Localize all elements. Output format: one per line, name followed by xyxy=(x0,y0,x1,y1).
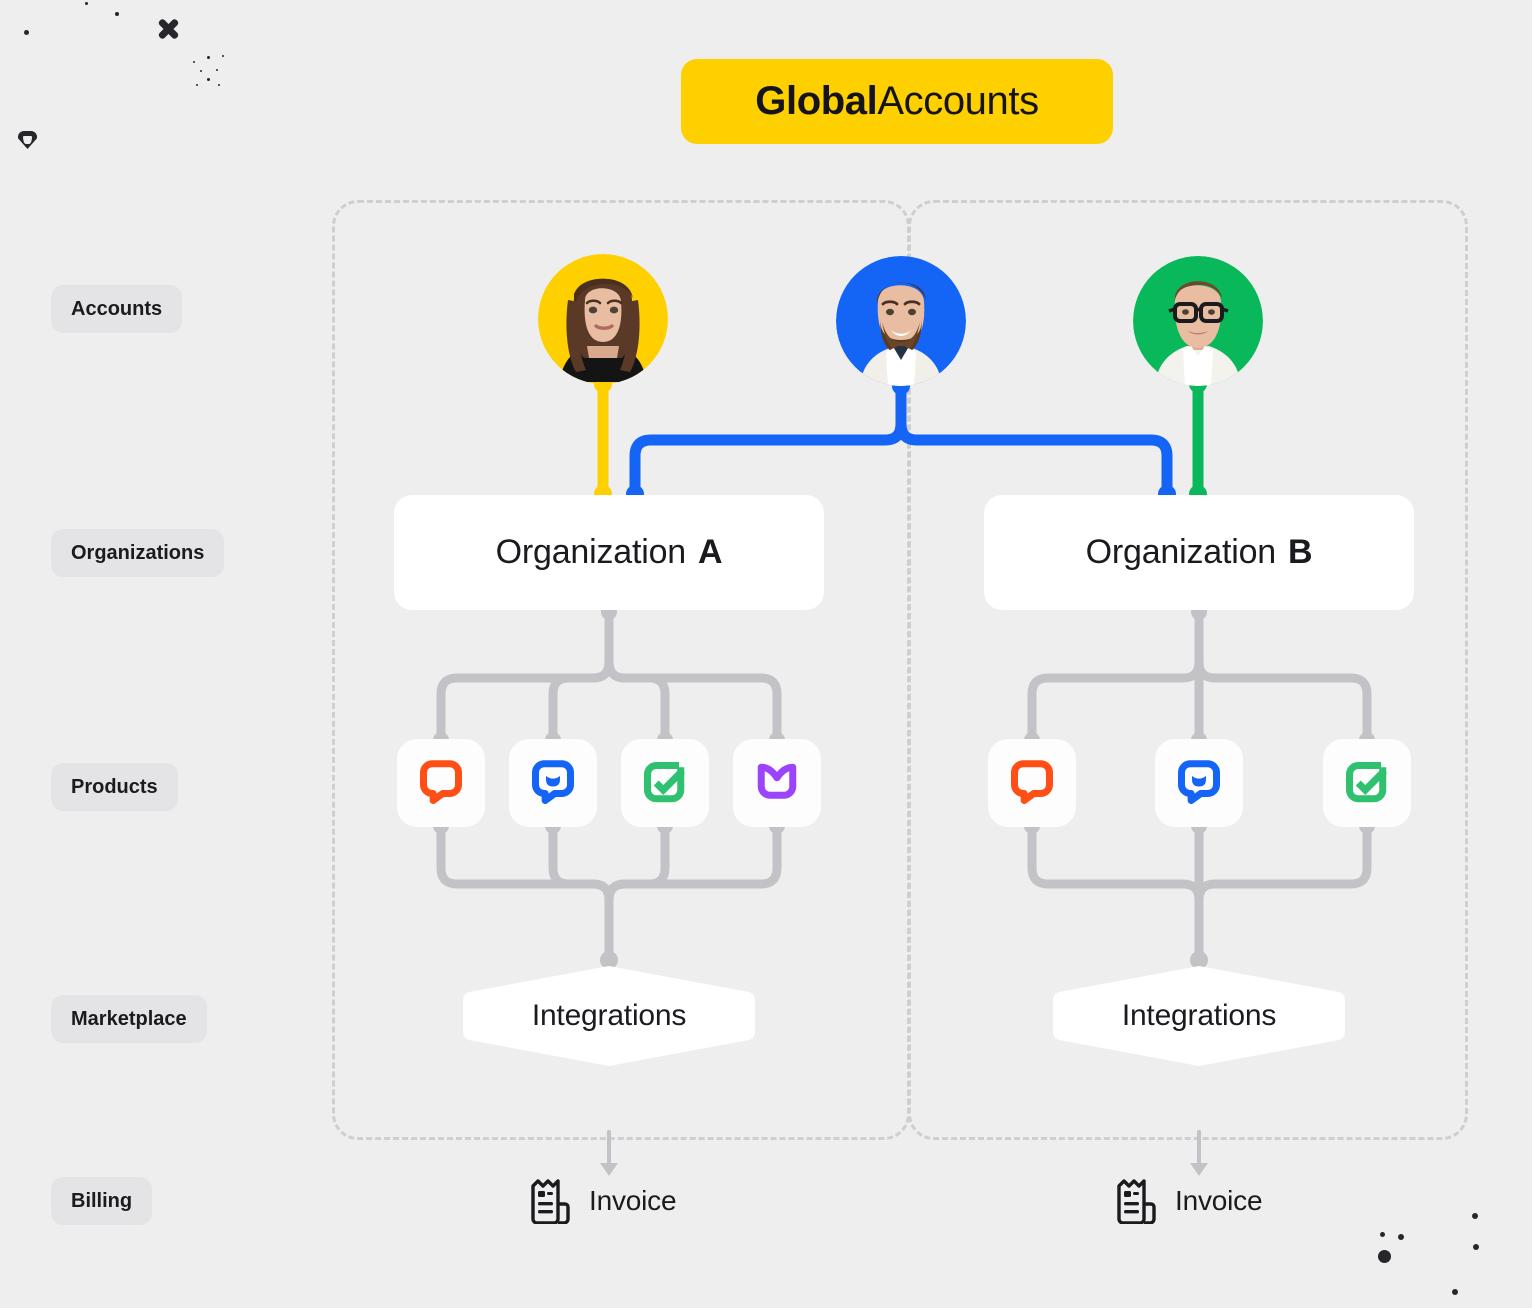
check-box-icon xyxy=(644,762,685,803)
decor-dot xyxy=(115,12,119,16)
organization-letter: B xyxy=(1288,533,1313,571)
product-tile-chatbot-a[interactable] xyxy=(621,739,709,827)
marketplace-label: Integrations xyxy=(1121,999,1277,1032)
page-title-badge: Global Accounts xyxy=(681,59,1113,144)
page-title-bold: Global xyxy=(755,79,878,123)
product-tile-helpdesk-a[interactable] xyxy=(397,739,485,827)
product-tile-livechat-a[interactable] xyxy=(509,739,597,827)
speech-bubble-icon xyxy=(1011,760,1053,804)
chat-smile-icon xyxy=(1178,760,1220,804)
decor-dot xyxy=(1378,1250,1391,1263)
row-label-text: Accounts xyxy=(71,297,163,320)
diagram-canvas: Global Accounts Accounts Organizations P… xyxy=(0,0,1532,1308)
organization-letter: A xyxy=(698,533,723,571)
row-label-text: Products xyxy=(71,775,158,798)
row-label-text: Marketplace xyxy=(71,1007,187,1030)
avatar-portrait-man-with-glasses xyxy=(1155,281,1241,386)
account-avatar-2[interactable] xyxy=(836,256,966,386)
open-book-icon xyxy=(757,763,797,799)
decor-dot xyxy=(218,84,220,86)
product-tile-knowledgebase-a[interactable] xyxy=(733,739,821,827)
avatar-portrait-woman xyxy=(560,278,646,382)
decor-dot xyxy=(207,56,210,59)
invoice-icon xyxy=(1117,1179,1156,1224)
decor-dot xyxy=(216,69,218,71)
speech-bubble-icon xyxy=(420,760,462,804)
account-avatar-3[interactable] xyxy=(1133,256,1263,386)
decor-dot xyxy=(207,78,210,81)
account-avatar-1[interactable] xyxy=(538,254,668,384)
row-label-text: Billing xyxy=(71,1189,133,1212)
product-tile-chatbot-b[interactable] xyxy=(1323,739,1411,827)
billing-invoice-b[interactable]: Invoice xyxy=(1115,1178,1263,1224)
chat-smile-icon xyxy=(532,760,574,804)
row-label-accounts: Accounts xyxy=(51,285,183,333)
marketplace-hex-a[interactable]: Integrations xyxy=(463,966,755,1066)
decor-dot xyxy=(193,61,195,63)
organization-name: Organization xyxy=(495,533,687,571)
check-box-icon xyxy=(1346,762,1387,803)
invoice-icon xyxy=(531,1179,570,1224)
decor-dot xyxy=(1452,1289,1458,1295)
avatar-portrait-bearded-man xyxy=(860,282,942,386)
marketplace-hex-b[interactable]: Integrations xyxy=(1053,966,1345,1066)
decor-dot xyxy=(1472,1213,1478,1219)
billing-label: Invoice xyxy=(589,1185,677,1216)
decor-dot xyxy=(1398,1234,1404,1240)
decor-dot xyxy=(1473,1244,1479,1250)
product-tile-helpdesk-b[interactable] xyxy=(988,739,1076,827)
page-title-rest: Accounts xyxy=(877,79,1039,123)
decor-dot xyxy=(222,55,224,57)
billing-label: Invoice xyxy=(1175,1185,1263,1216)
decor-triangle xyxy=(18,131,37,149)
decor-x-mark xyxy=(158,18,180,40)
row-label-marketplace: Marketplace xyxy=(51,995,207,1043)
row-label-billing: Billing xyxy=(51,1177,153,1225)
decor-dot xyxy=(1380,1232,1385,1237)
billing-invoice-a[interactable]: Invoice xyxy=(529,1178,677,1224)
row-label-text: Organizations xyxy=(71,541,205,564)
marketplace-label: Integrations xyxy=(531,999,687,1032)
organization-card-a[interactable]: Organization A xyxy=(394,495,824,610)
row-label-products: Products xyxy=(51,763,178,811)
decor-dot xyxy=(24,30,29,35)
decor-dot xyxy=(196,84,198,86)
product-tile-livechat-b[interactable] xyxy=(1155,739,1243,827)
organization-card-b[interactable]: Organization B xyxy=(984,495,1414,610)
decor-dot xyxy=(200,70,202,72)
row-label-organizations: Organizations xyxy=(51,529,225,577)
organization-name: Organization xyxy=(1085,533,1277,571)
decor-dot xyxy=(85,2,88,5)
